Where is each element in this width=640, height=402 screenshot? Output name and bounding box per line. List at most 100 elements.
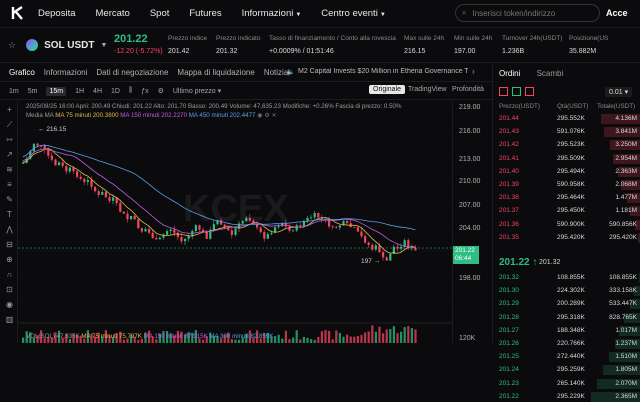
nav-info[interactable]: Informazioni ▼ (242, 8, 302, 19)
asks-row[interactable]: 201.36 590.900K 590.856K (493, 219, 640, 230)
candle-body (205, 231, 208, 239)
tick-size-select[interactable]: 0.01 ▾ (605, 87, 633, 97)
bids-row[interactable]: 201.24 295.259K 1.805M (493, 365, 640, 376)
volume-bar (320, 331, 323, 343)
bids-row[interactable]: 201.27 188.348K 1.017M (493, 325, 640, 336)
candle-body (130, 215, 133, 220)
tab-trades[interactable]: Scambi (537, 69, 564, 78)
asks-row[interactable]: 201.41 295.509K 2.954M (493, 153, 640, 164)
trash-icon[interactable]: ▥ (5, 315, 14, 324)
tab-trading-data[interactable]: Dati di negoziazione (96, 68, 168, 77)
settings-icon[interactable]: ⚙ (158, 87, 164, 95)
text-tool-icon[interactable]: T (5, 210, 14, 219)
eye-icon[interactable]: ◉ (5, 300, 14, 309)
eye-icon[interactable]: ◉ ⚙ ✕ (257, 112, 277, 119)
bids-row[interactable]: 201.30 224.302K 333.158K (493, 286, 640, 297)
tab-chart[interactable]: Grafico (9, 68, 35, 77)
book-asks-icon[interactable] (525, 87, 534, 96)
volume-bar (328, 330, 331, 343)
candle-type-icon[interactable]: ⫼ (129, 87, 132, 95)
asks-row[interactable]: 201.39 590.958K 2.068M (493, 180, 640, 190)
channel-icon[interactable]: ≋ (5, 165, 14, 174)
pair-selector[interactable]: SOL USDT (44, 40, 94, 51)
row-price: 201.22 (499, 392, 519, 400)
volume-bar (22, 337, 25, 343)
chevron-right-icon[interactable]: › (472, 67, 475, 76)
asks-row[interactable]: 201.38 295.464K 1.477M (493, 193, 640, 204)
candle-body (155, 237, 158, 240)
asks-row[interactable]: 201.37 295.450K 1.181M (493, 206, 640, 217)
bids-row[interactable]: 201.32 108.855K 108.855K (493, 273, 640, 283)
book-bids-icon[interactable] (512, 87, 521, 96)
last-price: 201.22 (114, 33, 148, 45)
lock-icon[interactable]: ⊡ (5, 285, 14, 294)
chevron-down-icon[interactable]: ▼ (100, 42, 107, 49)
price-type-select[interactable]: Ultimo prezzo ▾ (173, 87, 221, 95)
favorite-star-icon[interactable]: ☆ (8, 40, 16, 51)
nav-events[interactable]: Centro eventi ▼ (321, 8, 385, 19)
row-qty: 590.958K (557, 181, 585, 188)
asks-row[interactable]: 201.43 591.076K 3.841M (493, 127, 640, 138)
candle-body (346, 221, 349, 224)
candle-body (47, 149, 50, 156)
tab-info[interactable]: Informazioni (44, 68, 88, 77)
volume-bar (342, 336, 345, 343)
view-tradingview[interactable]: TradingView (408, 86, 447, 93)
pattern-icon[interactable]: ⋀ (5, 225, 14, 234)
row-price: 201.30 (499, 287, 519, 295)
timeframe-5m[interactable]: 5m (28, 88, 38, 95)
timeframe-1m[interactable]: 1m (9, 88, 19, 95)
view-depth[interactable]: Profondità (452, 86, 484, 93)
horizontal-line-icon[interactable]: ⇿ (5, 135, 14, 144)
bids-row[interactable]: 201.22 295.229K 2.365M (493, 391, 640, 402)
search-box[interactable]: ⌕ (455, 4, 600, 22)
candlestick-chart[interactable]: KCEX ← 216.15 197 → (18, 101, 452, 343)
ruler-icon[interactable]: ⊟ (5, 240, 14, 249)
asks-row[interactable]: 201.44 295.552K 4.136M (493, 114, 640, 124)
tab-liquidation-map[interactable]: Mappa di liquidazione (177, 68, 254, 77)
asks-row[interactable]: 201.42 295.523K 3.250M (493, 140, 640, 151)
asks-row[interactable]: 201.40 295.494K 2.363M (493, 166, 640, 177)
timeframe-15m[interactable]: 15m (46, 86, 67, 96)
stat-value: 216.15 (404, 48, 426, 55)
ray-icon[interactable]: ↗ (5, 150, 14, 159)
price-axis[interactable]: 219.00 216.00 213.00 210.00 207.00 204.0… (452, 101, 492, 343)
zoom-icon[interactable]: ⊕ (5, 255, 14, 264)
stat-value: 1.236B (502, 48, 525, 55)
nav-spot[interactable]: Spot (150, 8, 170, 19)
view-original[interactable]: Originale (369, 85, 406, 94)
search-input[interactable] (472, 8, 593, 18)
bids-row[interactable]: 201.29 200.289K 533.447K (493, 299, 640, 310)
logo-icon[interactable] (8, 4, 28, 22)
fibonacci-icon[interactable]: ≡ (5, 180, 14, 189)
book-both-icon[interactable] (499, 87, 508, 96)
bids-row[interactable]: 201.28 295.318K 828.765K (493, 312, 640, 323)
candle-body (259, 227, 262, 233)
brush-icon[interactable]: ✎ (5, 195, 14, 204)
magnet-icon[interactable]: ∩ (5, 270, 14, 279)
timeframe-1d[interactable]: 1D (111, 88, 120, 95)
nav-futures[interactable]: Futures (189, 8, 221, 19)
tab-orders[interactable]: Ordini (499, 69, 520, 78)
tab-news[interactable]: Notizia (264, 68, 288, 77)
volume-bar (385, 329, 388, 343)
nav-market[interactable]: Mercato (96, 8, 130, 19)
candle-body (374, 245, 377, 250)
bids-row[interactable]: 201.25 272.440K 1.510M (493, 352, 640, 363)
nav-deposit[interactable]: Deposita (38, 8, 76, 19)
news-ticker[interactable]: M2 Capital Invests $20 Million in Ethena… (298, 68, 468, 75)
search-icon: ⌕ (462, 8, 467, 17)
candle-body (173, 229, 176, 233)
bids-row[interactable]: 201.26 220.766K 1.237M (493, 339, 640, 349)
timeframe-1h[interactable]: 1H (75, 88, 84, 95)
trend-line-icon[interactable]: ⟋ (5, 120, 14, 129)
asks-row[interactable]: 201.35 295.420K 295.420K (493, 232, 640, 243)
candle-body (94, 186, 97, 192)
crosshair-icon[interactable]: + (5, 105, 14, 114)
volume-bar (288, 339, 291, 343)
timeframe-4h[interactable]: 4H (93, 88, 102, 95)
indicator-icon[interactable]: ƒx (141, 88, 148, 95)
account-link[interactable]: Acce (606, 8, 628, 18)
row-qty: 200.289K (557, 300, 585, 308)
bids-row[interactable]: 201.23 265.140K 2.070M (493, 378, 640, 389)
